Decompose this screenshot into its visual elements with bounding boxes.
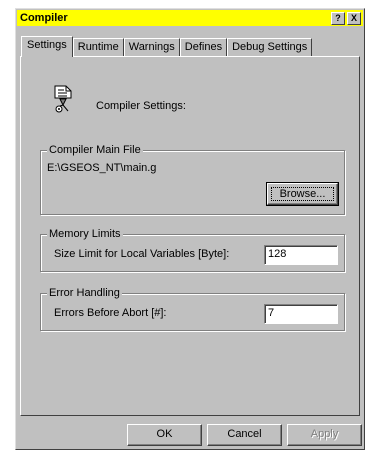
tab-warnings[interactable]: Warnings xyxy=(123,38,180,56)
close-button[interactable]: X xyxy=(347,11,361,25)
settings-panel: Compiler Settings: Compiler Main File E:… xyxy=(20,56,360,416)
main-file-group: Compiler Main File E:\GSEOS_NT\main.g Br… xyxy=(40,144,345,215)
ok-button[interactable]: OK xyxy=(127,424,202,446)
tab-debug-settings[interactable]: Debug Settings xyxy=(227,38,313,56)
apply-button-label: Apply xyxy=(310,428,339,440)
cancel-button[interactable]: Cancel xyxy=(207,424,282,446)
errors-before-abort-label: Errors Before Abort [#]: xyxy=(54,307,167,319)
error-handling-group-title: Error Handling xyxy=(47,287,122,299)
tab-strip: Settings Runtime Warnings Defines Debug … xyxy=(21,36,313,57)
local-vars-size-label: Size Limit for Local Variables [Byte]: xyxy=(54,248,230,260)
window-title: Compiler xyxy=(20,12,68,24)
memory-limits-group: Memory Limits Size Limit for Local Varia… xyxy=(40,228,345,272)
browse-button-label: Browse... xyxy=(279,188,326,200)
error-handling-group: Error Handling Errors Before Abort [#]: … xyxy=(40,287,345,331)
main-file-path: E:\GSEOS_NT\main.g xyxy=(47,162,157,174)
tab-runtime[interactable]: Runtime xyxy=(72,38,124,56)
tab-defines[interactable]: Defines xyxy=(179,38,228,56)
compiler-settings-heading: Compiler Settings: xyxy=(96,100,186,112)
help-button[interactable]: ? xyxy=(331,11,345,25)
main-file-group-title: Compiler Main File xyxy=(47,144,143,156)
apply-button[interactable]: Apply xyxy=(287,424,362,446)
local-vars-size-input[interactable]: 128 xyxy=(264,245,338,265)
compiler-dialog: Compiler ? X Settings Runtime Warnings D… xyxy=(15,8,365,450)
memory-limits-group-title: Memory Limits xyxy=(47,228,123,240)
title-bar[interactable]: Compiler ? X xyxy=(17,10,363,26)
compiler-icon xyxy=(54,85,72,113)
errors-before-abort-input[interactable]: 7 xyxy=(264,304,338,324)
tab-settings[interactable]: Settings xyxy=(21,36,73,57)
browse-button[interactable]: Browse... xyxy=(266,182,339,206)
